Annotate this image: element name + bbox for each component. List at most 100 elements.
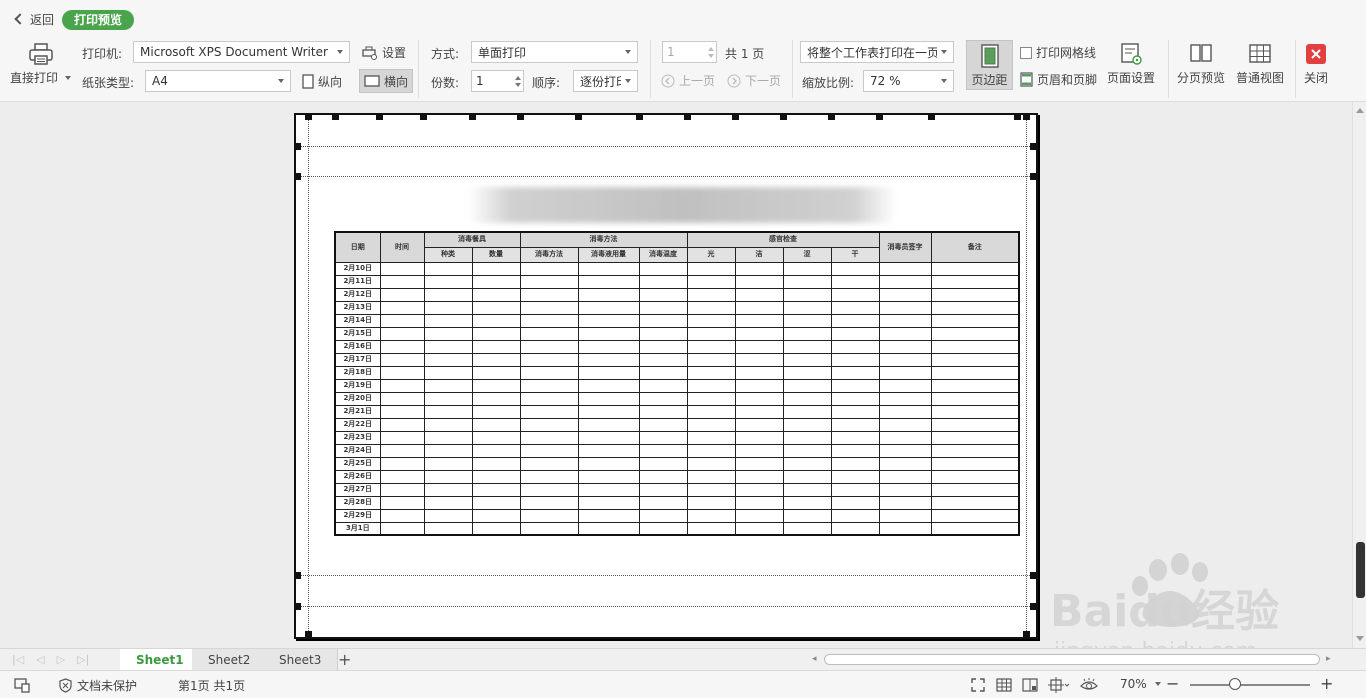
zoom-in-button[interactable]: + bbox=[1320, 674, 1333, 693]
scroll-right-icon[interactable]: ▸ bbox=[1326, 654, 1331, 664]
column-handle[interactable] bbox=[420, 113, 427, 120]
empty-cell bbox=[471, 469, 521, 484]
copies-stepper[interactable]: 1 bbox=[471, 70, 524, 92]
document-protection-status[interactable]: 文档未保护 bbox=[58, 677, 137, 694]
back-button[interactable]: 返回 bbox=[12, 10, 54, 28]
column-handle[interactable] bbox=[780, 113, 787, 120]
last-sheet-icon[interactable]: ▷| bbox=[77, 653, 89, 666]
table-row: 2月19日 bbox=[334, 378, 1020, 393]
horizontal-scroll-thumb[interactable] bbox=[824, 654, 1320, 665]
status-page-break-icon[interactable] bbox=[1022, 677, 1038, 693]
empty-cell bbox=[577, 378, 640, 393]
status-eye-protection-icon[interactable] bbox=[1080, 677, 1098, 693]
column-handle[interactable] bbox=[684, 113, 691, 120]
decrement-icon[interactable] bbox=[515, 82, 521, 87]
print-order-select[interactable]: 逐份打印 bbox=[573, 70, 638, 92]
margin-handle[interactable] bbox=[1030, 143, 1037, 150]
column-handle[interactable] bbox=[1014, 113, 1021, 120]
column-handle[interactable] bbox=[1023, 113, 1030, 120]
status-normal-view-icon[interactable] bbox=[996, 677, 1012, 693]
close-preview-button[interactable]: 关闭 bbox=[1304, 42, 1328, 86]
column-handle[interactable] bbox=[636, 113, 643, 120]
column-handle[interactable] bbox=[928, 113, 935, 120]
empty-cell bbox=[830, 404, 880, 419]
column-handle[interactable] bbox=[332, 113, 339, 120]
empty-cell bbox=[734, 300, 784, 315]
empty-cell bbox=[423, 391, 473, 406]
page-break-preview-button[interactable]: 分页预览 bbox=[1177, 42, 1225, 86]
increment-icon[interactable] bbox=[708, 46, 714, 51]
empty-cell bbox=[734, 404, 784, 419]
column-handle[interactable] bbox=[732, 113, 739, 120]
printer-select[interactable]: Microsoft XPS Document Writer bbox=[133, 41, 350, 63]
margins-button[interactable]: 页边距 bbox=[966, 40, 1013, 90]
empty-cell bbox=[686, 456, 736, 471]
margin-handle[interactable] bbox=[294, 572, 301, 579]
horizontal-scrollbar[interactable]: ◂ ▸ bbox=[808, 653, 1336, 666]
scroll-down-icon[interactable] bbox=[1356, 636, 1364, 641]
decrement-icon[interactable] bbox=[708, 53, 714, 58]
margin-handle[interactable] bbox=[294, 143, 301, 150]
empty-cell bbox=[930, 417, 1020, 432]
paper-type-label: 纸张类型: bbox=[82, 76, 135, 90]
margin-handle[interactable] bbox=[294, 603, 301, 610]
column-handle[interactable] bbox=[828, 113, 835, 120]
zoom-out-button[interactable]: − bbox=[1166, 674, 1179, 693]
print-method-select[interactable]: 单面打印 bbox=[471, 41, 638, 63]
page-setup-button[interactable]: 页面设置 bbox=[1107, 42, 1155, 86]
column-handle[interactable] bbox=[575, 113, 582, 120]
zoom-slider-track[interactable] bbox=[1190, 684, 1310, 686]
header-footer-button[interactable]: 页眉和页脚 bbox=[1020, 71, 1097, 88]
fit-to-page-select[interactable]: 将整个工作表打印在一页 bbox=[800, 41, 954, 63]
toolbar-separator bbox=[1295, 40, 1296, 98]
direct-print-button[interactable]: 直接打印 bbox=[10, 42, 72, 86]
zoom-slider-knob[interactable] bbox=[1229, 678, 1241, 690]
tab-sheet3[interactable]: Sheet3 bbox=[263, 649, 339, 671]
empty-cell bbox=[519, 417, 579, 432]
margin-handle[interactable] bbox=[1030, 603, 1037, 610]
prev-page-button[interactable]: 上一页 bbox=[661, 72, 715, 89]
column-handle[interactable] bbox=[469, 113, 476, 120]
empty-cell bbox=[734, 443, 784, 458]
add-sheet-icon[interactable]: + bbox=[338, 650, 351, 669]
status-reading-layout-icon[interactable] bbox=[1048, 677, 1070, 693]
printer-settings-icon bbox=[362, 46, 377, 60]
margin-handle[interactable] bbox=[1030, 173, 1037, 180]
landscape-button[interactable]: 横向 bbox=[359, 69, 414, 93]
tab-sheet1[interactable]: Sheet1 bbox=[120, 649, 201, 671]
prev-sheet-icon[interactable]: ◁ bbox=[36, 653, 44, 666]
column-handle[interactable] bbox=[305, 113, 312, 120]
scale-select[interactable]: 72 % bbox=[863, 70, 954, 92]
margin-handle[interactable] bbox=[1023, 631, 1030, 638]
empty-cell bbox=[423, 300, 473, 315]
empty-cell bbox=[686, 339, 736, 354]
paper-type-select[interactable]: A4 bbox=[145, 70, 291, 92]
print-gridlines-checkbox[interactable]: 打印网格线 bbox=[1020, 44, 1096, 61]
next-sheet-icon[interactable]: ▷ bbox=[57, 653, 65, 666]
vertical-scrollbar[interactable] bbox=[1352, 102, 1366, 648]
status-fullscreen-icon[interactable] bbox=[970, 677, 986, 693]
empty-cell bbox=[577, 443, 640, 458]
column-handle[interactable] bbox=[876, 113, 883, 120]
empty-cell bbox=[638, 261, 688, 276]
arrow-right-circle-icon bbox=[727, 74, 741, 87]
margin-handle[interactable] bbox=[1030, 572, 1037, 579]
first-sheet-icon[interactable]: |◁ bbox=[12, 653, 24, 666]
zoom-level-select[interactable]: 70% bbox=[1120, 677, 1161, 691]
margin-handle[interactable] bbox=[294, 173, 301, 180]
next-page-button[interactable]: 下一页 bbox=[727, 72, 781, 89]
margin-handle[interactable] bbox=[305, 631, 312, 638]
scroll-thumb[interactable] bbox=[1356, 542, 1365, 598]
scroll-left-icon[interactable]: ◂ bbox=[812, 654, 817, 664]
normal-view-button[interactable]: 普通视图 bbox=[1236, 42, 1284, 86]
page-number-input[interactable]: 1 bbox=[662, 41, 717, 63]
scroll-up-icon[interactable] bbox=[1356, 108, 1364, 113]
column-handle[interactable] bbox=[376, 113, 383, 120]
status-layout-icon[interactable] bbox=[14, 677, 30, 693]
empty-cell bbox=[878, 313, 932, 328]
increment-icon[interactable] bbox=[515, 75, 521, 80]
portrait-button[interactable]: 纵向 bbox=[302, 73, 342, 90]
printer-settings-button[interactable]: 设置 bbox=[362, 44, 406, 61]
column-handle[interactable] bbox=[517, 113, 524, 120]
tab-sheet2[interactable]: Sheet2 bbox=[192, 649, 268, 671]
